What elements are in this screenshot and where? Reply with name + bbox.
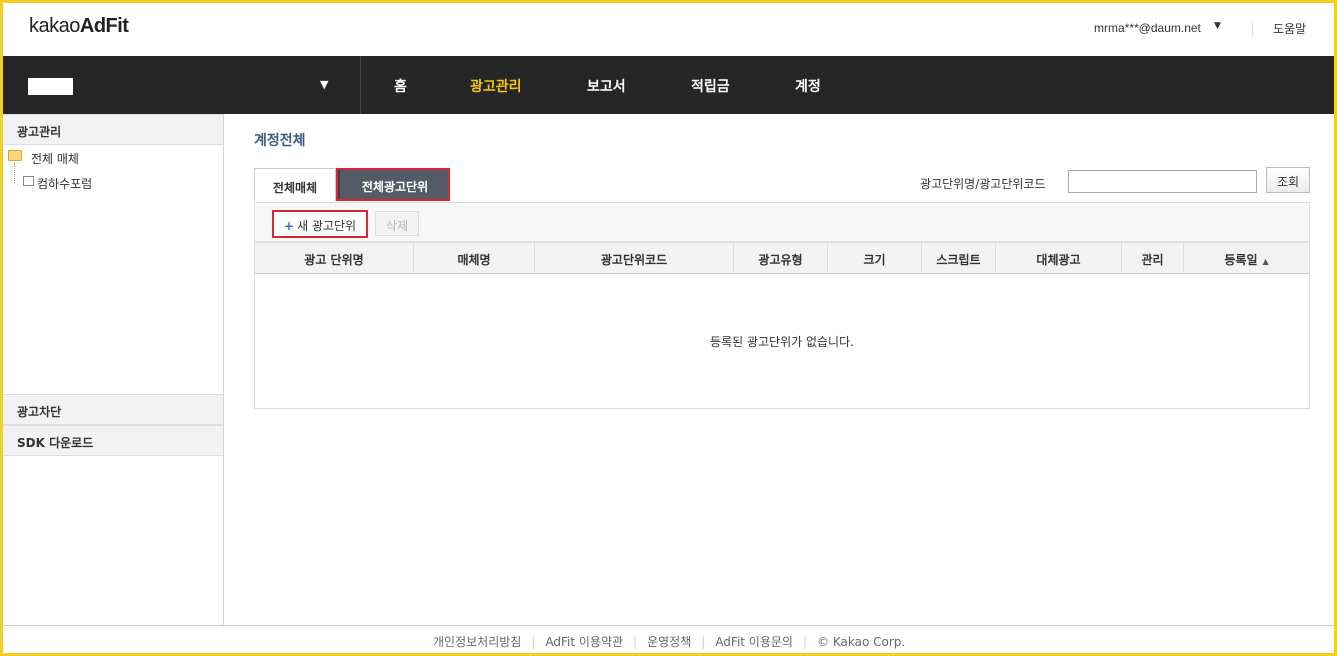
nav-ad-management[interactable]: 광고관리 [470, 76, 522, 96]
caret-down-icon[interactable]: ▼ [320, 78, 328, 91]
folder-open-icon [8, 150, 22, 161]
sidebar-section-sdk-download[interactable]: SDK 다운로드 [3, 425, 223, 456]
top-header: kakaoAdFit mrma***@daum.net ▼ 도움말 [3, 3, 1334, 56]
footer: 개인정보처리방침 | AdFit 이용약관 | 운영정책 | AdFit 이용문의 | © Ka… [3, 625, 1334, 653]
ad-unit-table: 광고 단위명 매체명 광고단위코드 광고유형 크기 스크립트 대체광고 관리 등… [254, 242, 1310, 409]
tree-connector [14, 163, 15, 183]
table-toolbar: + 새 광고단위 삭제 [254, 202, 1310, 242]
media-name-box [28, 78, 73, 95]
empty-table-message: 등록된 광고단위가 없습니다. [710, 335, 854, 349]
tab-all-media[interactable]: 전체매체 [254, 168, 336, 201]
footer-link-terms[interactable]: AdFit 이용약관 [545, 635, 623, 649]
user-email[interactable]: mrma***@daum.net [1094, 21, 1201, 35]
kakao-adfit-logo[interactable]: kakaoAdFit [29, 15, 129, 38]
nav-account[interactable]: 계정 [795, 76, 821, 96]
logo-text-adfit: AdFit [79, 15, 129, 37]
folder-icon [23, 176, 34, 186]
new-ad-unit-label: 새 광고단위 [297, 219, 357, 233]
column-header-ad-unit-code[interactable]: 광고단위코드 [535, 243, 734, 273]
help-link[interactable]: 도움말 [1273, 20, 1306, 37]
media-selector[interactable]: ▼ [3, 56, 361, 114]
column-header-registered-date[interactable]: 등록일 ▲ [1184, 243, 1309, 273]
nav-home[interactable]: 홈 [394, 76, 407, 96]
search-label: 광고단위명/광고단위코드 [920, 177, 1046, 191]
column-header-script[interactable]: 스크립트 [922, 243, 996, 273]
column-header-label: 등록일 [1224, 253, 1258, 267]
column-header-ad-type[interactable]: 광고유형 [734, 243, 828, 273]
page-title: 계정전체 [254, 133, 306, 149]
search-input[interactable] [1068, 170, 1257, 193]
delete-button[interactable]: 삭제 [375, 211, 419, 236]
new-ad-unit-button[interactable]: + 새 광고단위 [272, 210, 368, 238]
tab-all-ad-units[interactable]: 전체광고단위 [336, 168, 450, 201]
main-navbar: ▼ 홈 광고관리 보고서 적립금 계정 [3, 56, 1334, 114]
sidebar: 광고관리 전체 매체 컴하수포럼 광고차단 SDK 다운로드 [3, 114, 224, 625]
search-button[interactable]: 조회 [1266, 167, 1310, 193]
column-header-size[interactable]: 크기 [828, 243, 922, 273]
tree-item-media[interactable]: 컴하수포럼 [37, 175, 92, 192]
column-header-ad-unit-name[interactable]: 광고 단위명 [255, 243, 414, 273]
footer-link-privacy[interactable]: 개인정보처리방침 [433, 635, 521, 649]
footer-copyright: © Kakao Corp. [817, 635, 906, 649]
plus-icon: + [284, 219, 295, 233]
caret-down-icon[interactable]: ▼ [1214, 21, 1221, 31]
header-divider [1252, 22, 1253, 36]
table-header: 광고 단위명 매체명 광고단위코드 광고유형 크기 스크립트 대체광고 관리 등… [255, 243, 1309, 274]
column-header-fallback-ad[interactable]: 대체광고 [996, 243, 1122, 273]
sidebar-section-ad-block[interactable]: 광고차단 [3, 394, 223, 425]
footer-link-policy[interactable]: 운영정책 [647, 635, 691, 649]
nav-balance[interactable]: 적립금 [691, 76, 730, 96]
logo-text-kakao: kakao [29, 15, 80, 37]
sort-ascending-icon: ▲ [1262, 257, 1269, 266]
tree-item-all-media[interactable]: 전체 매체 [31, 150, 79, 167]
nav-reports[interactable]: 보고서 [587, 76, 626, 96]
column-header-media-name[interactable]: 매체명 [414, 243, 535, 273]
footer-links: 개인정보처리방침 | AdFit 이용약관 | 운영정책 | AdFit 이용문의 | © Ka… [433, 635, 906, 649]
column-header-manage[interactable]: 관리 [1122, 243, 1184, 273]
footer-link-inquiry[interactable]: AdFit 이용문의 [715, 635, 793, 649]
sidebar-section-ad-management[interactable]: 광고관리 [3, 114, 223, 145]
